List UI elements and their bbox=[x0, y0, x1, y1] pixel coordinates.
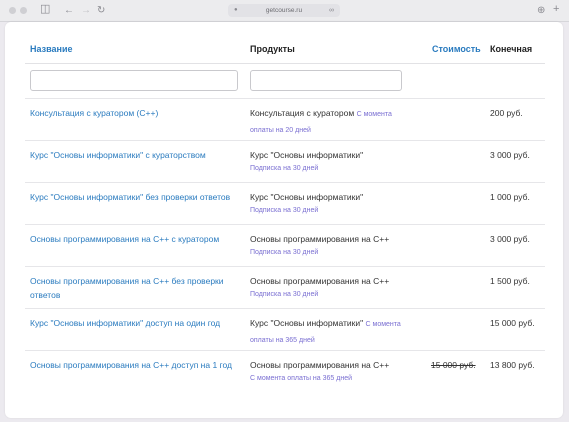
new-tab-icon[interactable]: + bbox=[553, 3, 559, 16]
browser-toolbar: ◫ ← → ↻ ● getcourse.ru ∞ ⊕ + bbox=[0, 0, 569, 22]
product-name: Курс "Основы информатики" bbox=[250, 318, 364, 328]
offer-name-link[interactable]: Консультация с куратором (С++) bbox=[30, 106, 242, 120]
column-header-cost[interactable]: Стоимость bbox=[432, 44, 481, 54]
offer-name-link[interactable]: Основы программирования на С++ доступ на… bbox=[30, 358, 242, 372]
offer-name-link[interactable]: Курс "Основы информатики" без проверки о… bbox=[30, 190, 242, 204]
product-name: Основы программирования на С++ bbox=[250, 360, 390, 370]
product-filter-input[interactable] bbox=[250, 70, 402, 91]
column-header-products: Продукты bbox=[250, 44, 295, 54]
product-term: С момента оплаты на 365 дней bbox=[250, 375, 353, 382]
product-name: Консультация с куратором bbox=[250, 108, 355, 118]
product-name: Основы программирования на С++ bbox=[250, 276, 390, 286]
product-cell: Основы программирования на С++ Подписка … bbox=[250, 274, 410, 301]
table-row: Основы программирования на С++ без прове… bbox=[25, 266, 545, 309]
product-term: Подписка на 30 дней bbox=[250, 291, 319, 298]
link-icon[interactable]: ∞ bbox=[329, 4, 334, 17]
header-divider bbox=[25, 63, 545, 64]
product-cell: Курс "Основы информатики" Подписка на 30… bbox=[250, 148, 410, 175]
close-window-icon[interactable] bbox=[9, 7, 16, 14]
table-row: Основы программирования на С++ доступ на… bbox=[25, 350, 545, 393]
product-name: Курс "Основы информатики" bbox=[250, 192, 364, 202]
offer-name-link[interactable]: Курс "Основы информатики" доступ на один… bbox=[30, 316, 242, 330]
table-row: Курс "Основы информатики" без проверки о… bbox=[25, 182, 545, 225]
offer-name-link[interactable]: Основы программирования на С++ с куратор… bbox=[30, 232, 242, 246]
final-price: 15 000 руб. bbox=[490, 318, 535, 328]
table-row: Курс "Основы информатики" с кураторством… bbox=[25, 140, 545, 183]
sidebar-icon[interactable]: ◫ bbox=[40, 3, 50, 16]
original-price: 15 000 руб. bbox=[431, 360, 476, 370]
name-filter-input[interactable] bbox=[30, 70, 238, 91]
final-price: 3 000 руб. bbox=[490, 234, 530, 244]
page-content: Название Продукты Стоимость Конечная Кон… bbox=[5, 22, 563, 418]
final-price: 13 800 руб. bbox=[490, 360, 535, 370]
download-icon[interactable]: ⊕ bbox=[537, 4, 545, 17]
reload-icon[interactable]: ↻ bbox=[97, 4, 105, 17]
product-name: Основы программирования на С++ bbox=[250, 234, 390, 244]
offer-name-link[interactable]: Курс "Основы информатики" с кураторством bbox=[30, 148, 242, 162]
site-icon: ● bbox=[234, 7, 238, 13]
product-cell: Основы программирования на С++ С момента… bbox=[250, 358, 410, 385]
product-cell: Курс "Основы информатики" С момента опла… bbox=[250, 316, 410, 348]
product-cell: Основы программирования на С++ Подписка … bbox=[250, 232, 410, 259]
table-row: Курс "Основы информатики" доступ на один… bbox=[25, 308, 545, 351]
minimize-window-icon[interactable] bbox=[20, 7, 27, 14]
final-price: 1 000 руб. bbox=[490, 192, 530, 202]
address-bar[interactable]: ● getcourse.ru ∞ bbox=[228, 4, 340, 17]
table-row: Основы программирования на С++ с куратор… bbox=[25, 224, 545, 267]
final-price: 1 500 руб. bbox=[490, 276, 530, 286]
product-term: Подписка на 30 дней bbox=[250, 207, 319, 214]
final-price: 3 000 руб. bbox=[490, 150, 530, 160]
product-name: Курс "Основы информатики" bbox=[250, 150, 364, 160]
product-cell: Консультация с куратором С момента оплат… bbox=[250, 106, 410, 138]
product-term: Подписка на 30 дней bbox=[250, 249, 319, 256]
column-header-name[interactable]: Название bbox=[30, 44, 72, 54]
offer-name-link[interactable]: Основы программирования на С++ без прове… bbox=[30, 274, 242, 302]
final-price: 200 руб. bbox=[490, 108, 523, 118]
table-row: Консультация с куратором (С++) Консульта… bbox=[25, 98, 545, 141]
address-text: getcourse.ru bbox=[265, 7, 303, 14]
forward-icon[interactable]: → bbox=[81, 4, 91, 17]
column-header-final: Конечная bbox=[490, 44, 533, 54]
product-cell: Курс "Основы информатики" Подписка на 30… bbox=[250, 190, 410, 217]
back-icon[interactable]: ← bbox=[64, 4, 74, 17]
product-term: Подписка на 30 дней bbox=[250, 165, 319, 172]
